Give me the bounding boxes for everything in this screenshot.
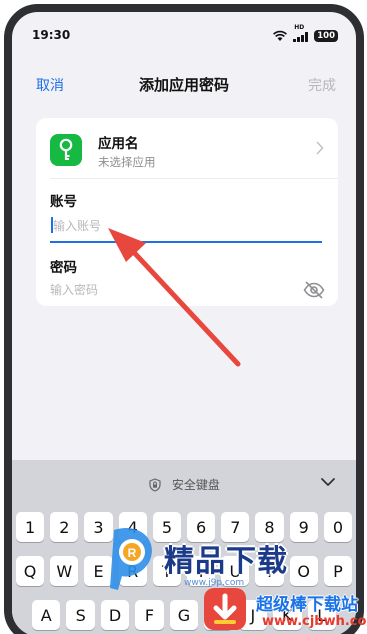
key-icon — [50, 134, 82, 166]
key-t[interactable]: T — [152, 556, 182, 586]
keyboard-title: 安全键盘 — [12, 476, 356, 493]
keyboard-header: 安全键盘 — [12, 460, 356, 506]
key-h[interactable]: H — [204, 600, 233, 630]
key-i[interactable]: I — [255, 556, 284, 586]
key-g[interactable]: G — [169, 600, 199, 630]
key-p[interactable]: P — [323, 556, 353, 586]
account-input[interactable] — [50, 214, 322, 238]
select-app-row[interactable]: 应用名 未选择应用 — [36, 118, 338, 178]
key-j[interactable]: J — [238, 600, 268, 630]
password-form-card: 应用名 未选择应用 账号 密码 — [36, 118, 338, 306]
text-cursor — [51, 217, 53, 233]
key-1[interactable]: 1 — [16, 512, 45, 542]
cellular-signal: HD — [293, 24, 309, 42]
key-row-digits: 1234567890 — [12, 512, 356, 542]
key-4[interactable]: 4 — [118, 512, 147, 542]
key-5[interactable]: 5 — [152, 512, 182, 542]
key-7[interactable]: 7 — [221, 512, 250, 542]
divider — [50, 178, 338, 179]
shield-lock-icon — [149, 478, 161, 492]
key-d[interactable]: D — [100, 600, 130, 630]
nav-bar: 取消 添加应用密码 完成 — [12, 72, 356, 96]
eye-off-icon[interactable] — [302, 278, 326, 302]
key-3[interactable]: 3 — [84, 512, 113, 542]
battery-icon: 100 — [314, 30, 338, 42]
phone-frame: 19:30 HD 100 取消 添加应用密码 完成 应用名 未选择应用 账号 输… — [4, 4, 364, 634]
key-0[interactable]: 0 — [323, 512, 353, 542]
key-8[interactable]: 8 — [255, 512, 284, 542]
key-a[interactable]: A — [32, 600, 61, 630]
signal-hd-label: HD — [294, 24, 305, 31]
app-name-placeholder: 未选择应用 — [98, 155, 156, 169]
account-label: 账号 — [50, 194, 77, 210]
app-name-label: 应用名 — [98, 136, 139, 152]
status-time: 19:30 — [32, 28, 71, 42]
status-icons: HD 100 — [272, 24, 338, 42]
secure-keyboard: 安全键盘 1234567890 QWERTYUIOP ASDFGHJKL — [12, 460, 356, 634]
signal-icon — [293, 32, 309, 42]
key-r[interactable]: R — [118, 556, 147, 586]
key-w[interactable]: W — [50, 556, 79, 586]
key-6[interactable]: 6 — [187, 512, 216, 542]
chevron-right-icon — [316, 141, 324, 155]
key-e[interactable]: E — [84, 556, 113, 586]
key-q[interactable]: Q — [16, 556, 45, 586]
key-s[interactable]: S — [66, 600, 95, 630]
wifi-icon — [273, 30, 288, 41]
key-row-qwerty: QWERTYUIOP — [12, 556, 356, 586]
key-f[interactable]: F — [135, 600, 164, 630]
key-row-asdf: ASDFGHJKL — [12, 600, 356, 630]
page-title: 添加应用密码 — [138, 76, 229, 94]
key-l[interactable]: L — [307, 600, 336, 630]
key-9[interactable]: 9 — [289, 512, 318, 542]
password-label: 密码 — [50, 260, 77, 276]
account-input-underline — [50, 241, 322, 243]
key-k[interactable]: K — [273, 600, 302, 630]
key-2[interactable]: 2 — [50, 512, 79, 542]
keyboard-title-label: 安全键盘 — [171, 478, 220, 492]
password-input[interactable] — [50, 278, 290, 302]
collapse-keyboard-icon[interactable] — [320, 476, 336, 488]
key-y[interactable]: Y — [187, 556, 216, 586]
key-u[interactable]: U — [221, 556, 250, 586]
screen: 19:30 HD 100 取消 添加应用密码 完成 应用名 未选择应用 账号 输… — [12, 12, 356, 634]
done-button[interactable]: 完成 — [308, 75, 336, 95]
status-bar: 19:30 HD 100 — [12, 24, 356, 46]
key-o[interactable]: O — [289, 556, 318, 586]
